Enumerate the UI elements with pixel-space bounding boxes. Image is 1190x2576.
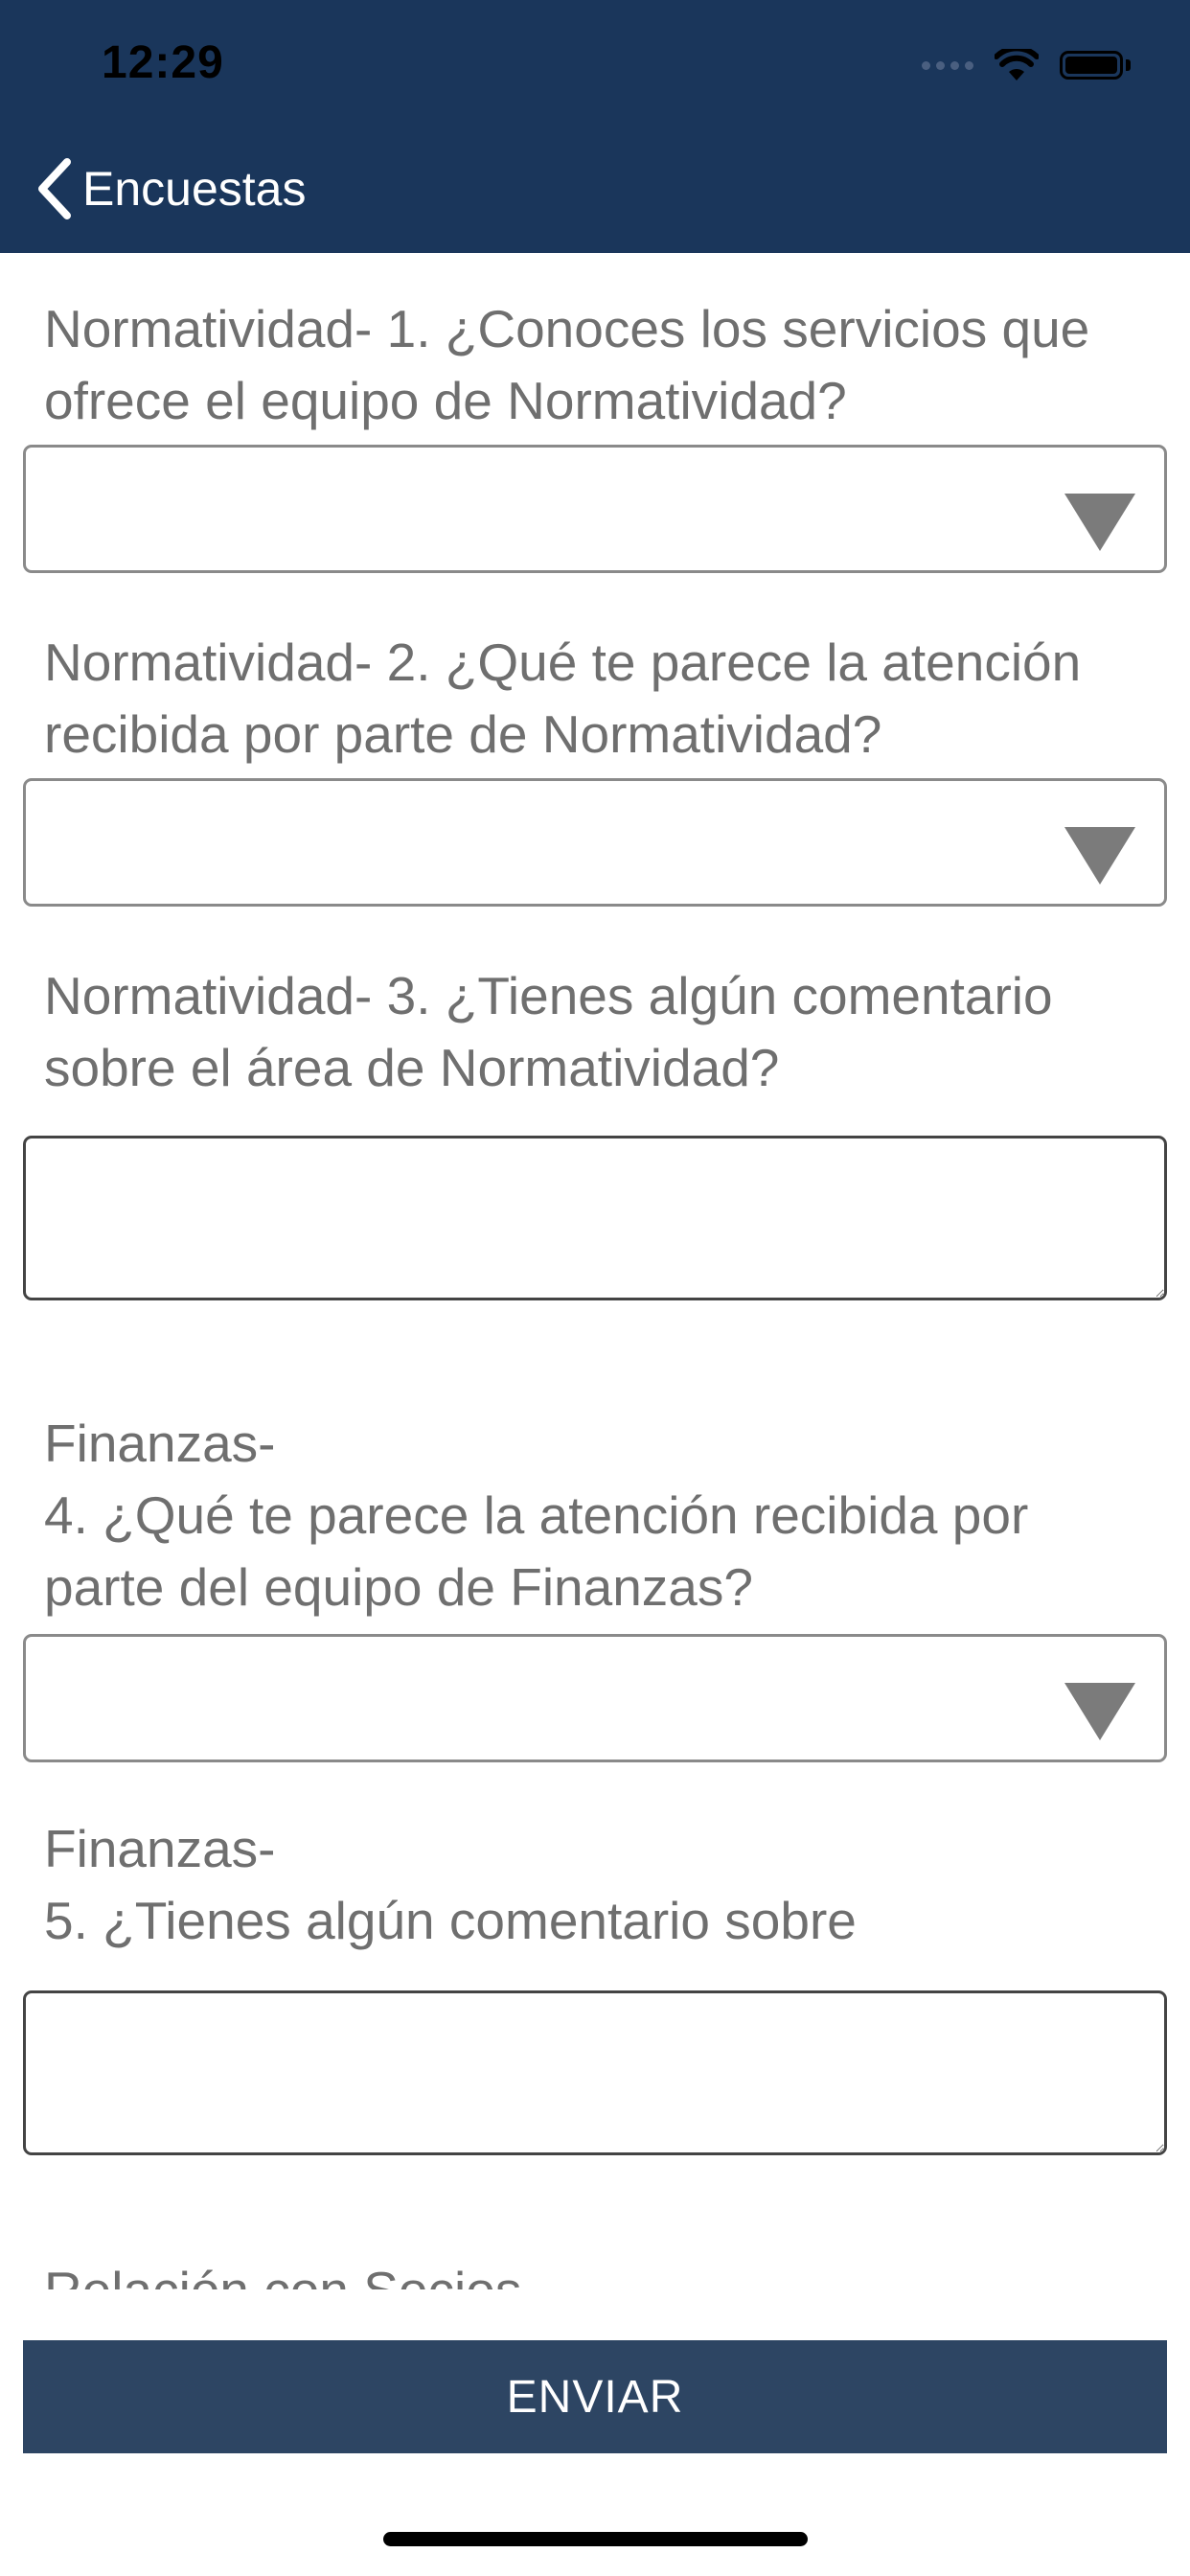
question-label-6-partial: Relación con Socios (44, 2255, 1156, 2289)
question-label-1: Normatividad- 1. ¿Conoces los servicios … (44, 299, 1090, 430)
wifi-icon (995, 49, 1039, 80)
status-indicators (922, 46, 1131, 84)
question-4-select[interactable] (23, 1634, 1167, 1762)
question-label-5: Finanzas- 5. ¿Tienes algún comentario so… (44, 1819, 857, 1950)
dropdown-arrow-icon (1064, 827, 1135, 885)
battery-icon (1060, 51, 1123, 80)
question-label-3: Normatividad- 3. ¿Tienes algún comentari… (44, 966, 1053, 1097)
dropdown-arrow-icon (1064, 494, 1135, 551)
submit-button[interactable]: ENVIAR (23, 2340, 1167, 2453)
dropdown-arrow-icon (1064, 1683, 1135, 1740)
battery-tip (1126, 59, 1131, 71)
question-label-2: Normatividad- 2. ¿Qué te parece la atenc… (44, 632, 1082, 764)
survey-form[interactable]: Normatividad- 1. ¿Conoces los servicios … (0, 253, 1190, 2289)
app-header: 12:29 Encuestas (0, 0, 1190, 253)
question-3-comment-input[interactable] (23, 1136, 1167, 1300)
back-label: Encuestas (82, 162, 307, 216)
question-label-4: Finanzas- 4. ¿Qué te parece la atención … (44, 1414, 1029, 1617)
home-indicator (383, 2532, 808, 2546)
question-5-comment-input[interactable] (23, 1990, 1167, 2155)
status-time: 12:29 (102, 37, 224, 88)
back-button[interactable]: Encuestas (34, 155, 306, 222)
cellular-signal-icon (922, 60, 973, 70)
chevron-left-icon (38, 158, 71, 219)
question-2-select[interactable] (23, 778, 1167, 907)
question-1-select[interactable] (23, 445, 1167, 573)
